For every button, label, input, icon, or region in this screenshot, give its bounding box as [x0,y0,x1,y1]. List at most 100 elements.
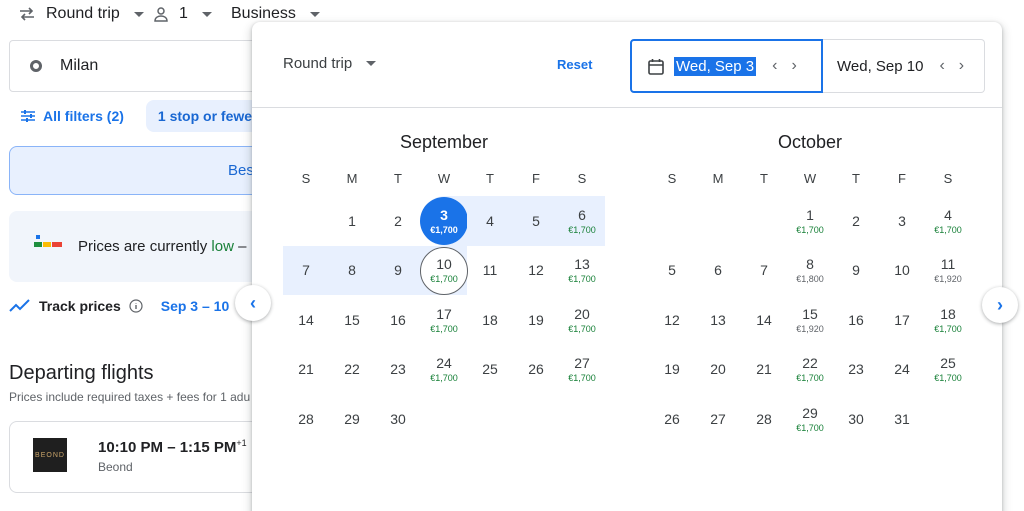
calendar-day[interactable]: 21 [741,345,787,395]
calendar-day[interactable]: 15 [329,295,375,345]
calendar-day[interactable]: 25 €1,700 [925,345,971,395]
calendar-day[interactable]: 21 [283,345,329,395]
passenger-select[interactable]: 1 [153,5,212,23]
calendar-day[interactable]: 1 €1,700 [787,196,833,246]
calendar-day[interactable]: 7 [283,245,329,295]
calendar-day[interactable]: 8 €1,800 [787,246,833,296]
calendar-day[interactable]: 20 €1,700 [559,295,605,345]
flight-airline: Beond [98,460,133,474]
weekday-label: M [346,171,358,186]
stops-filter-chip[interactable]: 1 stop or fewer [145,100,270,132]
calendar-day[interactable]: 22 €1,700 [787,345,833,395]
insight-suffix: – [238,238,247,255]
calendar-day[interactable]: 1 [329,196,375,246]
previous-date-icon[interactable]: ‹ [772,57,777,75]
calendar-day[interactable]: 11 €1,920 [925,246,971,296]
next-month-button[interactable]: › [982,287,1018,323]
calendar-day[interactable]: 10 €1,700 [420,245,468,295]
calendar-day[interactable]: 5 [649,246,695,296]
return-date-field[interactable]: Wed, Sep 10 ‹ › [823,39,985,93]
calendar-day[interactable]: 18 €1,700 [925,295,971,345]
day-number: 27 [574,355,590,372]
previous-date-icon[interactable]: ‹ [939,57,944,75]
departing-flights-title: Departing flights [9,362,154,384]
weekday-label: M [712,171,724,186]
calendar-day[interactable]: 4 [467,196,513,246]
calendar-day[interactable]: 27 [695,394,741,444]
next-date-icon[interactable]: › [959,57,964,75]
next-date-icon[interactable]: › [791,57,796,75]
calendar-day[interactable]: 3 €1,700 [420,196,468,246]
day-number: 6 [578,206,586,223]
calendar-day[interactable]: 20 [695,345,741,395]
calendar-day[interactable]: 5 [513,196,559,246]
calendar-day[interactable]: 9 [375,245,421,295]
chevron-down-icon [309,11,320,17]
calendar-day[interactable]: 11 [467,246,513,296]
picker-trip-type-select[interactable]: Round trip [283,55,377,72]
calendar-day[interactable]: 23 [833,345,879,395]
reset-button[interactable]: Reset [557,57,592,72]
track-prices-row: Track prices Sep 3 – 10 [9,298,229,314]
calendar-day[interactable]: 17 €1,700 [421,295,467,345]
calendar-day[interactable]: 31 [879,394,925,444]
day-number: 3 [440,206,448,223]
calendar-day[interactable]: 26 [513,345,559,395]
calendar-day[interactable]: 3 [879,196,925,246]
calendar-day[interactable]: 30 [375,394,421,444]
previous-month-button[interactable]: ‹ [235,285,271,321]
calendar-day[interactable]: 17 [879,295,925,345]
calendar-day[interactable]: 12 [649,295,695,345]
calendar-day[interactable]: 16 [375,295,421,345]
calendar-day[interactable]: 2 [375,196,421,246]
calendar-day[interactable]: 13 [695,295,741,345]
calendar-day[interactable]: 8 [329,245,375,295]
calendar-day[interactable]: 29 [329,394,375,444]
calendar-day[interactable]: 7 [741,246,787,296]
calendar-day[interactable]: 23 [375,345,421,395]
cabin-select[interactable]: Business [231,5,320,23]
day-number: 15 [344,311,360,328]
weekday-label: T [394,171,402,186]
day-number: 23 [848,361,864,378]
flight-times: 10:10 PM – 1:15 PM+1 [98,438,247,456]
calendar-day[interactable]: 30 [833,394,879,444]
flight-result-card[interactable]: BEOND 10:10 PM – 1:15 PM+1 Beond [9,421,279,493]
calendar-day[interactable]: 22 [329,345,375,395]
calendar-day[interactable]: 14 [283,295,329,345]
calendar-day[interactable]: 29 €1,700 [787,394,833,444]
best-flights-tab[interactable]: Bes [9,146,279,195]
calendar-day[interactable]: 25 [467,345,513,395]
calendar-day[interactable]: 6 €1,700 [559,196,605,246]
calendar-day[interactable]: 15 €1,920 [787,295,833,345]
info-icon[interactable] [129,299,143,313]
calendar-day[interactable]: 4 €1,700 [925,196,971,246]
chevron-right-icon: › [997,294,1003,315]
calendar-day[interactable]: 19 [513,295,559,345]
calendar-day[interactable]: 19 [649,345,695,395]
calendar-day[interactable]: 10 [879,246,925,296]
trip-type-select[interactable]: Round trip [18,5,144,23]
calendar-day[interactable]: 9 [833,246,879,296]
calendar-day[interactable]: 14 [741,295,787,345]
calendar-day[interactable]: 27 €1,700 [559,345,605,395]
calendar-day[interactable]: 18 [467,295,513,345]
calendar-day[interactable]: 2 [833,196,879,246]
price-insight-card[interactable]: Prices are currently low – [9,211,279,282]
calendar-day[interactable]: 26 [649,394,695,444]
day-number: 7 [760,262,768,279]
all-filters-button[interactable]: All filters (2) [9,102,136,130]
calendar-day[interactable]: 28 [741,394,787,444]
calendar-day[interactable]: 12 [513,246,559,296]
origin-field[interactable]: Milan [9,40,289,92]
day-price: €1,700 [934,323,962,334]
calendar-day[interactable]: 28 [283,394,329,444]
calendar-day[interactable]: 24 [879,345,925,395]
day-price: €1,700 [934,373,962,384]
calendar-day[interactable]: 24 €1,700 [421,345,467,395]
calendar-day[interactable]: 16 [833,295,879,345]
calendar-day[interactable]: 13 €1,700 [559,246,605,296]
track-dates[interactable]: Sep 3 – 10 [161,298,230,314]
departure-date-field[interactable]: Wed, Sep 3 ‹ › [630,39,823,93]
calendar-day[interactable]: 6 [695,246,741,296]
